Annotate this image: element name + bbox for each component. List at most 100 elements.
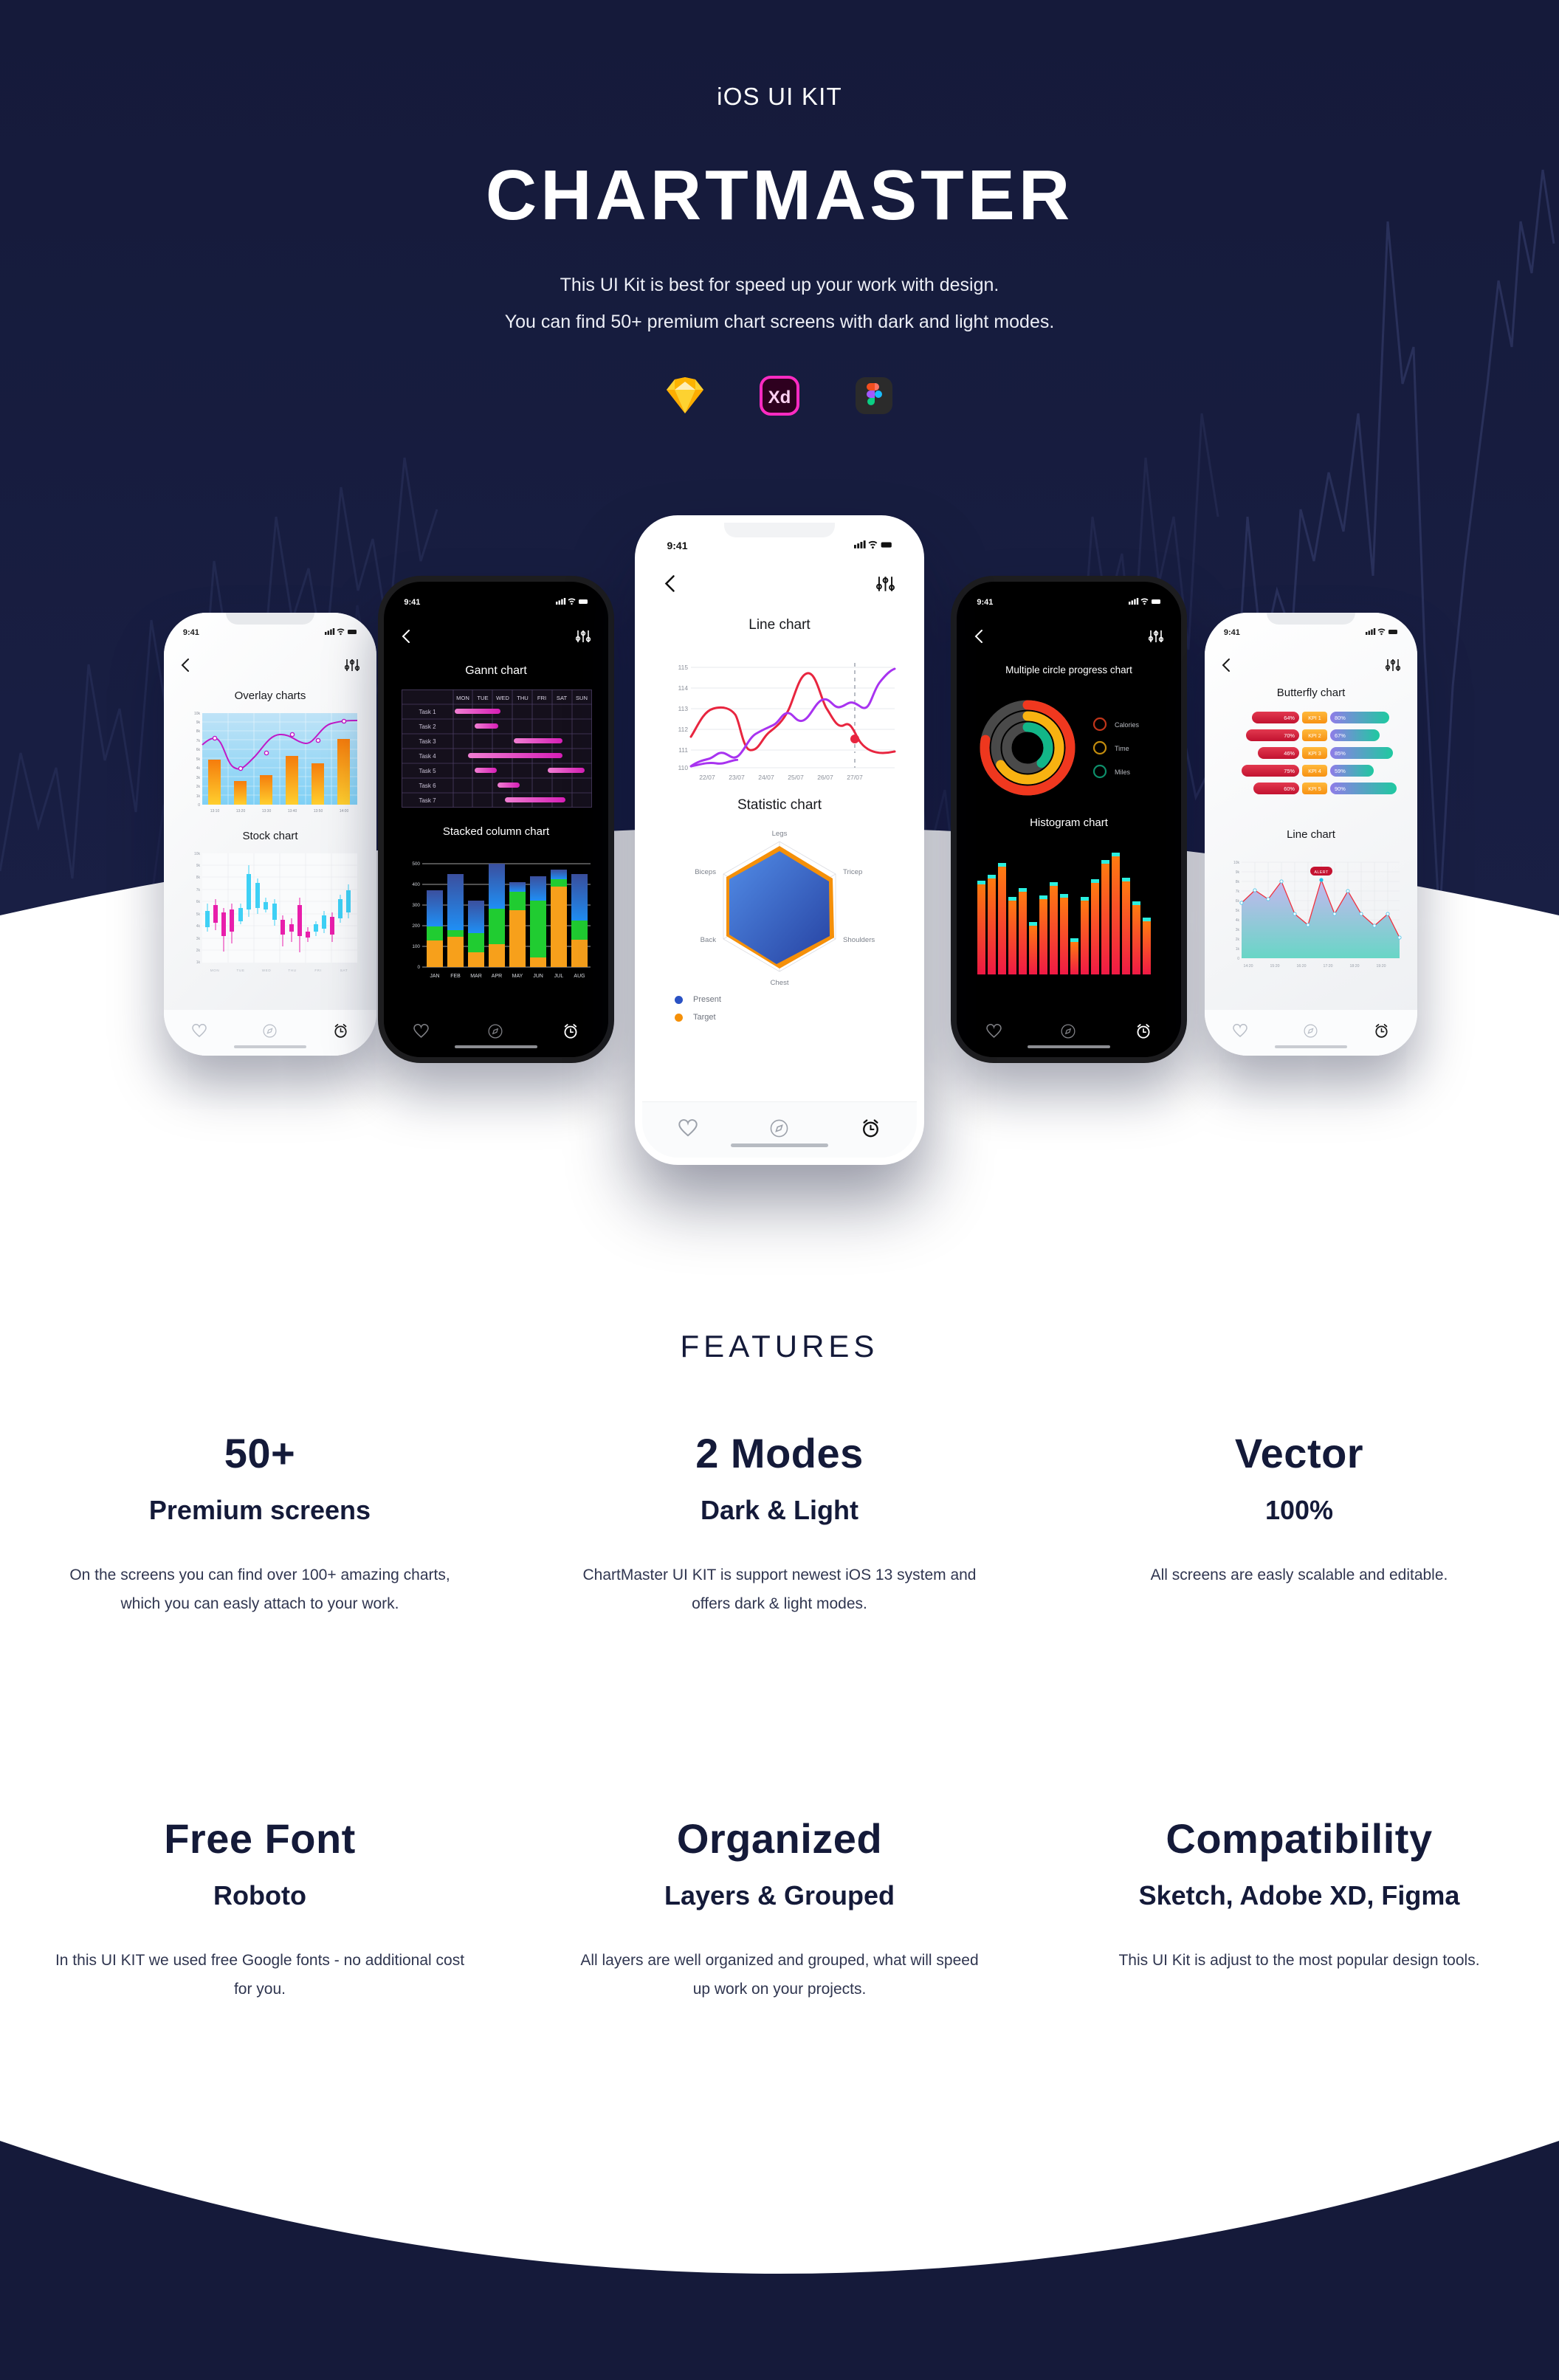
overlay-chart: 10k 9k 8k 7k 6k 5k 4k 3k 2k 1k 0 13:10 13:20 13:3… <box>194 712 358 814</box>
back-icon[interactable] <box>664 574 675 596</box>
status-indicators <box>1128 597 1161 608</box>
compass-icon[interactable] <box>263 1024 277 1042</box>
back-icon[interactable] <box>181 658 190 676</box>
phone-overlay-stock[interactable]: 9:41 Overlay charts 10k 9k 8k 7k 6k 5k 4… <box>164 613 376 1056</box>
heart-icon[interactable] <box>192 1024 207 1042</box>
svg-text:3k: 3k <box>1236 928 1240 932</box>
svg-text:10k: 10k <box>1233 861 1240 865</box>
settings-sliders-icon[interactable] <box>575 630 591 647</box>
svg-text:13:20: 13:20 <box>236 809 246 814</box>
status-bar: 9:41 <box>642 523 917 568</box>
svg-text:MAR: MAR <box>470 974 482 979</box>
svg-text:90%: 90% <box>1335 785 1346 792</box>
status-indicators <box>325 627 357 638</box>
svg-text:14:00: 14:00 <box>340 809 349 814</box>
heart-icon[interactable] <box>413 1023 429 1042</box>
legend-dot-target <box>675 1013 683 1022</box>
back-icon[interactable] <box>1222 658 1231 676</box>
feature-body: All layers are well organized and groupe… <box>580 1951 979 1998</box>
chart-title-stock: Stock chart <box>242 830 298 842</box>
svg-text:KPI 3: KPI 3 <box>1308 750 1321 757</box>
chart-title-overlay: Overlay charts <box>234 689 306 702</box>
feature-body: On the screens you can find over 100+ am… <box>69 1566 450 1612</box>
svg-text:KPI 5: KPI 5 <box>1308 785 1321 792</box>
legend-dot-present <box>675 995 683 1004</box>
svg-text:ALERT: ALERT <box>1314 870 1329 875</box>
feature-subtitle: 100% <box>1264 1494 1334 1525</box>
compass-icon[interactable] <box>770 1119 788 1141</box>
feature-card-vector: Vector 100% All screens are easly scalab… <box>1039 1431 1559 1618</box>
svg-text:AUG: AUG <box>574 974 585 979</box>
chart-title-histogram: Histogram chart <box>1030 816 1108 829</box>
status-time: 9:41 <box>977 598 994 607</box>
alarm-clock-icon[interactable] <box>333 1023 348 1042</box>
chart-title-gannt: Gannt chart <box>465 664 527 677</box>
alarm-clock-icon[interactable] <box>562 1023 579 1043</box>
compass-icon[interactable] <box>1061 1024 1076 1042</box>
svg-text:3k: 3k <box>196 776 201 780</box>
compass-icon[interactable] <box>1304 1024 1318 1042</box>
svg-text:6k: 6k <box>1236 899 1240 904</box>
statistic-legend: Present Target <box>675 995 721 1022</box>
svg-text:27/07: 27/07 <box>847 774 863 781</box>
svg-text:4k: 4k <box>196 766 201 771</box>
back-icon[interactable] <box>402 629 410 647</box>
svg-text:4k: 4k <box>1236 918 1240 923</box>
svg-text:KPI 2: KPI 2 <box>1308 732 1321 739</box>
compass-icon[interactable] <box>488 1024 503 1042</box>
settings-sliders-icon[interactable] <box>1148 630 1163 647</box>
feature-title: 2 Modes <box>695 1430 864 1476</box>
phone-gannt-stacked[interactable]: 9:41 Gannt chart MON TUE WED THU FRI SAT… <box>378 576 614 1063</box>
status-bar: 9:41 <box>1205 613 1417 653</box>
nav-row <box>642 568 917 602</box>
svg-text:115: 115 <box>678 664 689 671</box>
svg-text:18:20: 18:20 <box>1350 964 1360 969</box>
svg-text:Legs: Legs <box>772 830 788 838</box>
statistic-radar-chart: Legs Tricep Shoulders Chest Back Biceps <box>695 830 875 987</box>
feature-title: Free Font <box>164 1815 356 1862</box>
svg-text:Chest: Chest <box>770 979 788 987</box>
phone-line-statistic[interactable]: 9:41 Line chart 115 114 113 112 111 110 … <box>635 515 924 1165</box>
heart-icon[interactable] <box>986 1023 1002 1042</box>
svg-text:Task 7: Task 7 <box>419 797 436 804</box>
heart-icon[interactable] <box>1233 1024 1247 1042</box>
svg-text:Xd: Xd <box>768 388 791 407</box>
settings-sliders-icon[interactable] <box>344 658 360 675</box>
adobe-xd-icon: Xd <box>759 375 800 416</box>
svg-text:10k: 10k <box>194 712 201 716</box>
svg-text:WED: WED <box>262 969 272 972</box>
settings-sliders-icon[interactable] <box>876 576 895 596</box>
svg-text:TUE: TUE <box>237 969 245 972</box>
home-indicator <box>234 1045 306 1048</box>
tab-bar <box>642 1101 917 1158</box>
alarm-clock-icon[interactable] <box>1374 1023 1389 1042</box>
feature-title: Vector <box>1234 1430 1364 1476</box>
settings-sliders-icon[interactable] <box>1385 658 1401 675</box>
tab-bar <box>1205 1010 1417 1056</box>
alarm-clock-icon[interactable] <box>1135 1023 1152 1043</box>
heart-icon[interactable] <box>678 1118 698 1141</box>
status-indicators <box>853 540 892 551</box>
svg-text:WED: WED <box>496 695 509 701</box>
svg-text:111: 111 <box>678 746 688 754</box>
svg-text:8k: 8k <box>196 729 201 734</box>
svg-text:300: 300 <box>412 903 420 908</box>
phone-circle-histogram[interactable]: 9:41 Multiple circle progress chart Calo… <box>951 576 1187 1063</box>
stock-chart: 10k 9k 8k 7k 6k 5k 4k 3k 2k 1k MON TUE WED THU FR… <box>194 852 357 972</box>
histogram-chart <box>977 853 1151 974</box>
svg-text:2k: 2k <box>196 949 201 953</box>
feature-card-organized: Organized Layers & Grouped All layers ar… <box>520 1816 1039 2004</box>
phone-butterfly-line[interactable]: 9:41 Butterfly chart 64% 70% 46% 75% 60%… <box>1205 613 1417 1056</box>
back-icon[interactable] <box>974 629 983 647</box>
alarm-clock-icon[interactable] <box>861 1118 881 1142</box>
feature-title: Organized <box>676 1815 883 1862</box>
svg-text:THU: THU <box>517 695 529 701</box>
status-time: 9:41 <box>404 598 421 607</box>
status-bar: 9:41 <box>384 582 608 623</box>
svg-text:KPI 4: KPI 4 <box>1308 768 1321 774</box>
svg-text:Back: Back <box>701 936 717 944</box>
legend-label-present: Present <box>693 995 721 1004</box>
tab-bar <box>957 1008 1181 1057</box>
svg-text:0: 0 <box>417 965 420 970</box>
svg-text:114: 114 <box>678 684 689 692</box>
